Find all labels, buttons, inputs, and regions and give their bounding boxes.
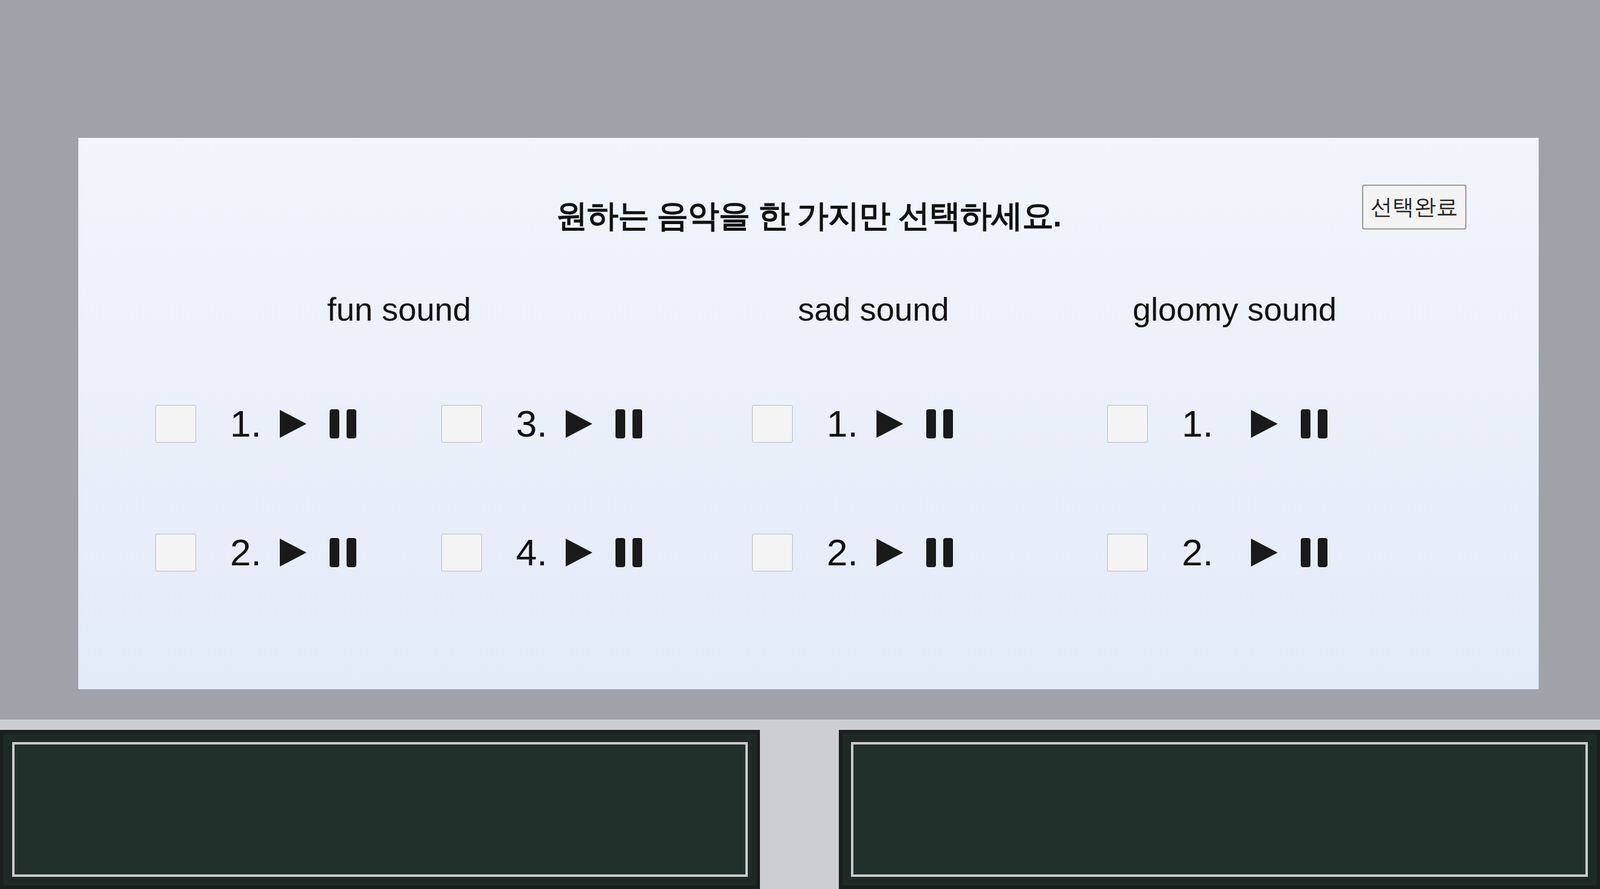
play-icon[interactable] — [875, 537, 905, 568]
track-checkbox[interactable] — [1107, 404, 1148, 443]
track-item: 1. — [752, 404, 995, 443]
play-icon[interactable] — [875, 408, 905, 439]
play-icon[interactable] — [1249, 537, 1279, 568]
play-icon[interactable] — [278, 408, 308, 439]
pause-icon[interactable] — [614, 407, 644, 440]
track-checkbox[interactable] — [441, 533, 482, 572]
wall: 원하는 음악을 한 가지만 선택하세요. 선택완료 fun sound 1. 2. 3. 4… — [0, 0, 1600, 720]
play-icon[interactable] — [1249, 408, 1279, 439]
track-checkbox[interactable] — [441, 404, 482, 443]
pause-icon[interactable] — [1299, 407, 1329, 440]
track-number: 1. — [826, 403, 859, 445]
track-checkbox[interactable] — [752, 404, 793, 443]
sections-row: fun sound1.2.3.4.sad sound1.2.gloomy sou… — [78, 290, 1539, 572]
sound-section: gloomy sound 1. 2. — [1107, 290, 1363, 572]
track-number: 2. — [1181, 531, 1214, 573]
pause-icon[interactable] — [1299, 536, 1329, 569]
track-grid: 1. 2. 3. 4. — [155, 404, 643, 572]
section-title: gloomy sound — [1107, 290, 1363, 328]
floor — [0, 719, 1600, 889]
floor-tile — [838, 729, 1600, 889]
track-checkbox[interactable] — [155, 404, 197, 443]
pause-icon[interactable] — [328, 536, 358, 569]
track-item: 3. — [441, 404, 644, 443]
track-item: 1. — [1107, 404, 1363, 443]
title-row: 원하는 음악을 한 가지만 선택하세요. 선택완료 — [78, 184, 1539, 235]
track-grid: 1. 2. — [1107, 404, 1363, 572]
sound-section: fun sound 1. 2. 3. 4. — [155, 290, 643, 572]
selection-panel: 원하는 음악을 한 가지만 선택하세요. 선택완료 fun sound 1. 2. 3. 4… — [78, 137, 1539, 689]
track-number: 1. — [1181, 403, 1214, 445]
pause-icon[interactable] — [925, 407, 955, 440]
track-number: 4. — [515, 531, 548, 573]
track-grid: 1. 2. — [752, 404, 995, 572]
play-icon[interactable] — [564, 537, 594, 568]
pause-icon[interactable] — [328, 407, 358, 440]
play-icon[interactable] — [564, 408, 594, 439]
track-number: 2. — [826, 531, 859, 573]
done-button[interactable]: 선택완료 — [1362, 184, 1467, 230]
track-number: 1. — [230, 403, 262, 445]
section-title: sad sound — [752, 290, 995, 328]
track-checkbox[interactable] — [752, 533, 793, 572]
section-title: fun sound — [155, 290, 643, 328]
pause-icon[interactable] — [614, 536, 644, 569]
track-checkbox[interactable] — [1107, 533, 1148, 572]
track-number: 2. — [230, 531, 262, 573]
floor-tile — [0, 729, 760, 889]
track-item: 2. — [155, 533, 442, 572]
track-item: 1. — [155, 404, 442, 443]
vr-scene: 원하는 음악을 한 가지만 선택하세요. 선택완료 fun sound 1. 2. 3. 4… — [0, 0, 1600, 889]
panel-title: 원하는 음악을 한 가지만 선택하세요. — [555, 197, 1062, 235]
play-icon[interactable] — [278, 537, 308, 568]
track-number: 3. — [515, 403, 548, 445]
sound-section: sad sound 1. 2. — [752, 290, 995, 572]
track-item: 2. — [752, 533, 995, 572]
pause-icon[interactable] — [925, 536, 955, 569]
track-item: 4. — [441, 533, 644, 572]
track-checkbox[interactable] — [155, 533, 197, 572]
track-item: 2. — [1107, 533, 1363, 572]
